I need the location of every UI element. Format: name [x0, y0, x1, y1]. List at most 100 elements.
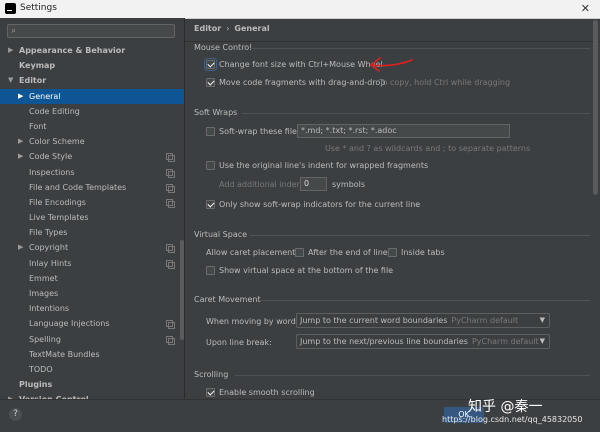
sidebar-item-label: File Encodings	[29, 197, 86, 207]
close-icon[interactable]: ✕	[581, 2, 590, 15]
sidebar-item-emmet[interactable]: Emmet	[0, 271, 184, 286]
moving-by-words-label: When moving by words:	[206, 317, 303, 326]
sidebar-item-label: Code Style	[29, 152, 73, 162]
sidebar-item-label: Intentions	[29, 304, 70, 314]
search-icon: ⌕	[11, 26, 17, 36]
chevron-right-icon[interactable]: ▶	[8, 43, 13, 58]
after-end-of-line-checkbox[interactable]	[295, 248, 304, 257]
sidebar-item-code-style[interactable]: ▶ Code Style	[0, 149, 184, 164]
inside-tabs-checkbox[interactable]	[388, 248, 397, 257]
section-virtual-space: Virtual Space	[194, 230, 248, 239]
sidebar-item-label: Live Templates	[29, 213, 89, 223]
sidebar-item-font[interactable]: Font	[0, 119, 184, 134]
window-title: Settings	[20, 3, 57, 13]
sidebar-item-keymap[interactable]: Keymap	[0, 58, 184, 73]
sidebar-item-file-encodings[interactable]: File Encodings	[0, 195, 184, 210]
sidebar-item-version-control[interactable]: ▶ Version Control	[0, 392, 184, 399]
sidebar-item-file-and-code-templates[interactable]: File and Code Templates	[0, 180, 184, 195]
change-font-size-checkbox[interactable]	[204, 58, 217, 71]
sidebar-item-plugins[interactable]: Plugins	[0, 377, 184, 392]
sidebar-item-copyright[interactable]: ▶ Copyright	[0, 240, 184, 255]
smooth-scrolling-label[interactable]: Enable smooth scrolling	[219, 388, 315, 397]
breadcrumb-editor[interactable]: Editor	[194, 24, 221, 33]
settings-content: Editor › General Mouse Control Change font…	[185, 18, 600, 399]
divider	[260, 300, 590, 301]
sidebar-item-file-types[interactable]: File Types	[0, 225, 184, 240]
sidebar-item-intentions[interactable]: Intentions	[0, 301, 184, 316]
chevron-right-icon[interactable]: ▶	[18, 89, 23, 104]
project-scope-icon	[166, 259, 175, 269]
moving-by-words-dropdown[interactable]: Jump to the current word boundaries PyCha…	[296, 313, 550, 328]
sidebar-item-label: Language Injections	[29, 319, 110, 329]
chevron-right-icon[interactable]: ▶	[18, 149, 23, 164]
sidebar-item-label: TODO	[29, 364, 53, 374]
sidebar-item-label: Appearance & Behavior	[19, 46, 126, 55]
project-scope-icon	[166, 168, 175, 178]
sidebar-item-images[interactable]: Images	[0, 286, 184, 301]
sidebar-item-label: Copyright	[29, 243, 69, 253]
soft-wrap-files-field[interactable]: *.md; *.txt; *.rst; *.adoc	[297, 124, 510, 138]
only-show-indicators-checkbox[interactable]	[206, 200, 215, 209]
chevron-right-icon[interactable]: ▶	[18, 240, 23, 255]
settings-tree: ▶ Appearance & Behavior Keymap ▼ Editor ▶ Gene…	[0, 43, 184, 399]
original-indent-checkbox[interactable]	[206, 161, 215, 170]
sidebar-item-textmate-bundles[interactable]: TextMate Bundles	[0, 347, 184, 362]
sidebar-item-inspections[interactable]: Inspections	[0, 165, 184, 180]
sidebar-item-todo[interactable]: TODO	[0, 362, 184, 377]
show-virtual-space-checkbox[interactable]	[206, 266, 215, 275]
sidebar-item-label: Images	[29, 289, 59, 298]
show-virtual-space-label[interactable]: Show virtual space at the bottom of the …	[219, 266, 393, 275]
divider	[235, 375, 590, 376]
move-fragments-label[interactable]: Move code fragments with drag-and-drop	[219, 78, 385, 87]
search-input[interactable]: ⌕	[7, 24, 175, 38]
section-mouse-control: Mouse Control	[194, 43, 252, 52]
only-show-indicators-label[interactable]: Only show soft-wrap indicators for the c…	[219, 200, 420, 209]
sidebar-item-label: Color Scheme	[29, 137, 85, 147]
chevron-right-icon[interactable]: ▶	[18, 134, 23, 149]
sidebar-item-language-injections[interactable]: Language Injections	[0, 316, 184, 331]
line-break-dropdown[interactable]: Jump to the next/previous line boundarie…	[296, 334, 550, 349]
smooth-scrolling-checkbox[interactable]	[206, 388, 215, 397]
move-fragments-checkbox[interactable]	[206, 78, 215, 87]
sidebar-item-live-templates[interactable]: Live Templates	[0, 210, 184, 225]
original-indent-label[interactable]: Use the original line's indent for wrapp…	[219, 161, 428, 170]
moving-by-words-value: Jump to the current word boundaries	[300, 316, 448, 325]
settings-sidebar: ⌕ ▶ Appearance & Behavior Keymap ▼ Editor ▶ Ge…	[0, 18, 185, 399]
divider	[250, 48, 590, 49]
sidebar-item-editor[interactable]: ▼ Editor	[0, 73, 184, 88]
additional-indent-label: Add additional indent:	[219, 180, 308, 189]
content-scrollbar[interactable]	[593, 20, 598, 195]
sidebar-item-label: Spelling	[29, 334, 61, 344]
additional-indent-field[interactable]: 0	[300, 177, 327, 191]
soft-wrap-files-label[interactable]: Soft-wrap these files:	[219, 127, 304, 136]
section-soft-wraps: Soft Wraps	[194, 108, 238, 117]
sidebar-item-appearance-behavior[interactable]: ▶ Appearance & Behavior	[0, 43, 184, 58]
sidebar-item-label: TextMate Bundles	[29, 349, 100, 359]
sidebar-item-color-scheme[interactable]: ▶ Color Scheme	[0, 134, 184, 149]
chevron-down-icon: ▼	[539, 316, 545, 324]
project-scope-icon	[166, 153, 175, 163]
sidebar-scrollbar[interactable]	[180, 240, 184, 340]
sidebar-item-label: Version Control	[19, 392, 89, 399]
chevron-right-icon[interactable]: ▶	[8, 392, 13, 399]
change-font-size-label[interactable]: Change font size with Ctrl+Mouse Wheel	[219, 60, 383, 69]
sidebar-item-general[interactable]: ▶ General	[0, 88, 184, 104]
chevron-down-icon: ▼	[539, 337, 545, 345]
additional-indent-unit: symbols	[332, 180, 366, 189]
sidebar-item-spelling[interactable]: Spelling	[0, 332, 184, 347]
sidebar-item-code-editing[interactable]: Code Editing	[0, 104, 184, 119]
inside-tabs-label[interactable]: Inside tabs	[401, 248, 445, 257]
sidebar-item-label: Code Editing	[29, 106, 80, 116]
soft-wrap-files-checkbox[interactable]	[206, 127, 215, 136]
sidebar-item-label: Font	[29, 121, 47, 131]
help-button[interactable]: ?	[9, 408, 22, 421]
after-end-of-line-label[interactable]: After the end of line	[308, 248, 388, 257]
watermark-url: https://blog.csdn.net/qq_45832050	[442, 415, 583, 424]
project-scope-icon	[166, 244, 175, 254]
title-bar: Settings ✕	[0, 0, 600, 19]
sidebar-item-inlay-hints[interactable]: Inlay Hints	[0, 256, 184, 271]
sidebar-item-label: General	[29, 91, 61, 101]
pycharm-logo-icon	[5, 3, 16, 14]
moving-by-words-hint: PyCharm default	[451, 316, 519, 325]
chevron-down-icon[interactable]: ▼	[8, 73, 13, 88]
